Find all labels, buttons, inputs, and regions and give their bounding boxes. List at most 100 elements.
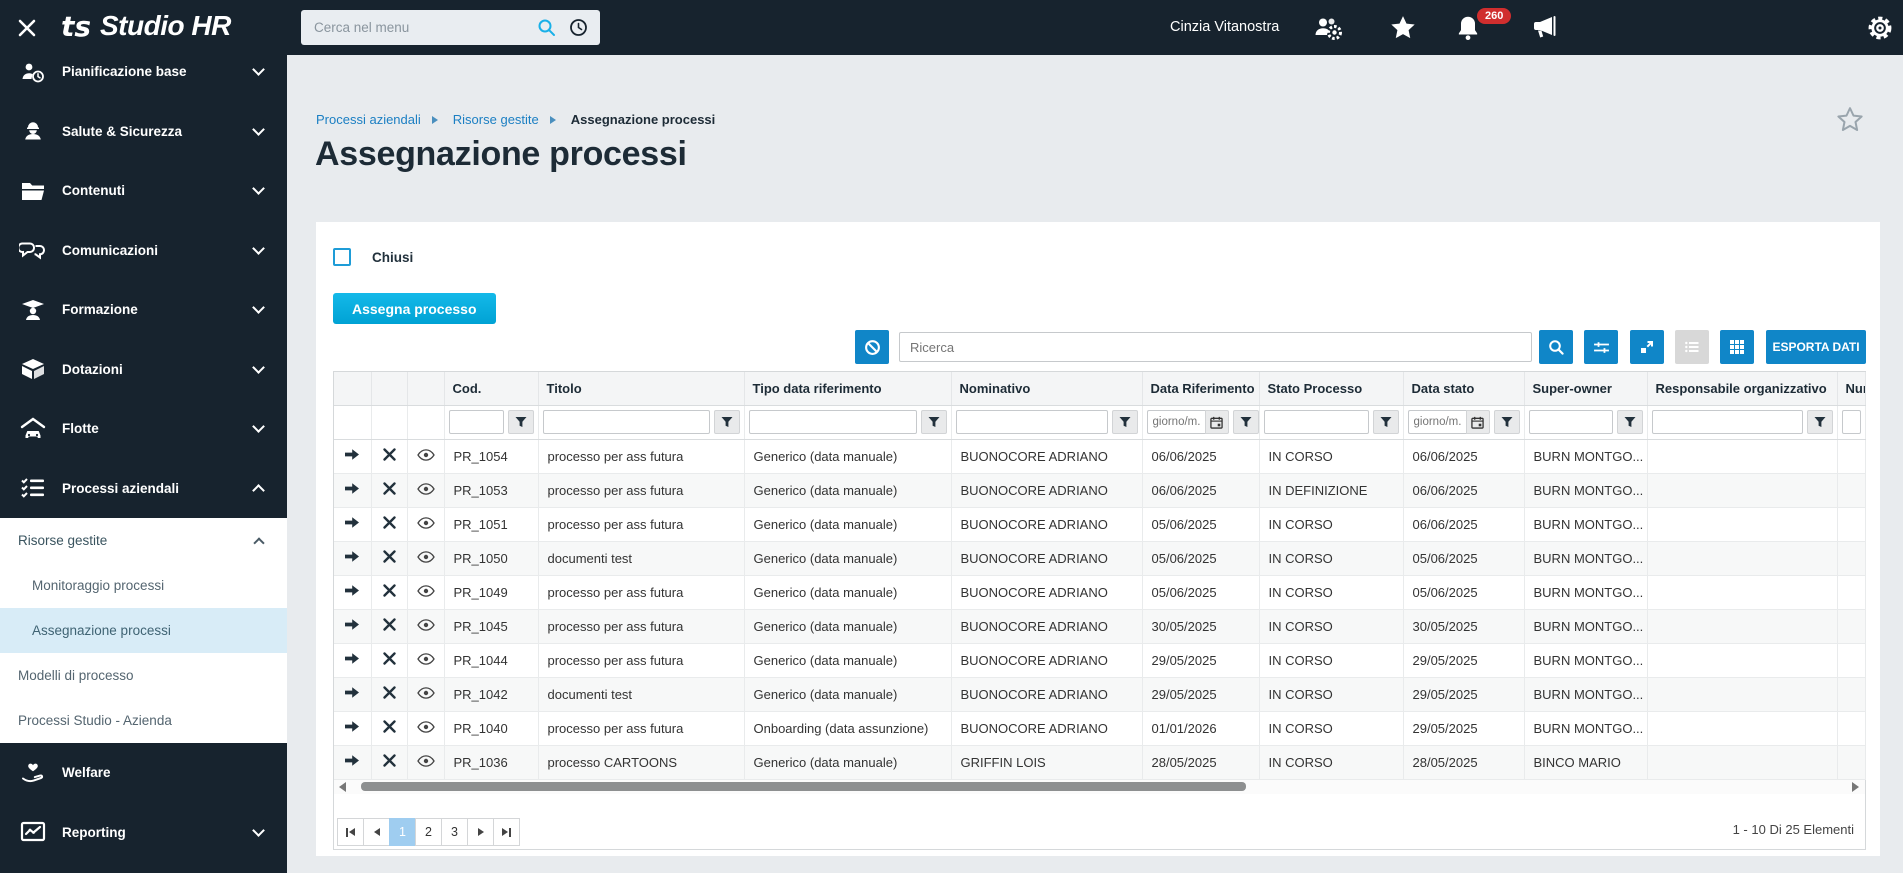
x-icon[interactable] xyxy=(382,686,396,699)
sidebar-item-processi-aziendali[interactable]: Processi aziendali xyxy=(0,459,287,519)
delete-process-cell[interactable] xyxy=(371,473,408,508)
page-button-2[interactable]: 2 xyxy=(415,818,442,846)
col-header-num[interactable]: Num xyxy=(1837,372,1866,406)
recent-searches-clock-icon[interactable] xyxy=(569,18,588,42)
table-row[interactable]: PR_1054 processo per ass futura Generico… xyxy=(334,439,1866,474)
notifications-bell-icon[interactable] xyxy=(1455,0,1481,55)
nominativo-filter-input[interactable] xyxy=(955,410,1108,434)
sidebar-item-reporting[interactable]: Reporting xyxy=(0,803,287,863)
num-filter-input[interactable] xyxy=(1841,410,1861,434)
eye-icon[interactable] xyxy=(416,584,435,597)
chiusi-checkbox[interactable] xyxy=(333,248,351,266)
data-stato-funnel-button[interactable] xyxy=(1493,410,1520,434)
first-page-button[interactable] xyxy=(337,818,364,846)
table-row[interactable]: PR_1050 documenti test Generico (data ma… xyxy=(334,541,1866,576)
data-riferimento-calendar-button[interactable] xyxy=(1204,410,1229,434)
responsabile-filter-funnel-button[interactable] xyxy=(1806,410,1833,434)
table-row[interactable]: PR_1042 documenti test Generico (data ma… xyxy=(334,677,1866,712)
table-row[interactable]: PR_1044 processo per ass futura Generico… xyxy=(334,643,1866,678)
arrow-right-icon[interactable] xyxy=(344,618,360,631)
assegna-processo-button[interactable]: Assegna processo xyxy=(333,293,496,324)
sidebar-item-processi-studio-azienda[interactable]: Processi Studio - Azienda xyxy=(0,698,287,743)
delete-process-cell[interactable] xyxy=(371,439,408,474)
col-header-titolo[interactable]: Titolo xyxy=(538,372,745,406)
view-process-cell[interactable] xyxy=(407,439,445,474)
sidebar-item-salute-sicurezza[interactable]: Salute & Sicurezza xyxy=(0,102,287,162)
col-header-cod[interactable]: Cod. xyxy=(444,372,539,406)
delete-process-cell[interactable] xyxy=(371,643,408,678)
open-process-cell[interactable] xyxy=(334,711,372,746)
eye-icon[interactable] xyxy=(416,754,435,767)
search-button[interactable] xyxy=(1539,330,1573,364)
x-icon[interactable] xyxy=(382,516,396,529)
favorites-star-icon[interactable] xyxy=(1389,0,1417,55)
delete-process-cell[interactable] xyxy=(371,609,408,644)
col-header-stato-processo[interactable]: Stato Processo xyxy=(1259,372,1404,406)
sidebar-item-formazione[interactable]: Formazione xyxy=(0,280,287,340)
sidebar-item-modelli-di-processo[interactable]: Modelli di processo xyxy=(0,653,287,698)
tipo-filter-input[interactable] xyxy=(748,410,917,434)
data-stato-filter-input[interactable] xyxy=(1407,410,1466,434)
titolo-filter-funnel-button[interactable] xyxy=(713,410,740,434)
view-process-cell[interactable] xyxy=(407,677,445,712)
clear-filters-button[interactable] xyxy=(855,330,889,364)
cod-filter-input[interactable] xyxy=(448,410,504,434)
favorite-page-star-icon[interactable] xyxy=(1835,105,1865,140)
table-row[interactable]: PR_1036 processo CARTOONS Generico (data… xyxy=(334,745,1866,780)
close-menu-icon[interactable] xyxy=(16,17,38,39)
x-icon[interactable] xyxy=(382,652,396,665)
open-process-cell[interactable] xyxy=(334,609,372,644)
eye-icon[interactable] xyxy=(416,652,435,665)
x-icon[interactable] xyxy=(382,584,396,597)
data-riferimento-funnel-button[interactable] xyxy=(1232,410,1258,434)
prev-page-button[interactable] xyxy=(363,818,390,846)
data-stato-calendar-button[interactable] xyxy=(1465,410,1490,434)
scroll-left-arrow[interactable] xyxy=(339,782,346,792)
table-row[interactable]: PR_1053 processo per ass futura Generico… xyxy=(334,473,1866,508)
sidebar-item-monitoraggio-processi[interactable]: Monitoraggio processi xyxy=(0,563,287,608)
user-name[interactable]: Cinzia Vitanostra xyxy=(1170,0,1279,55)
breadcrumb-link-processi-aziendali[interactable]: Processi aziendali xyxy=(316,112,421,127)
announcements-megaphone-icon[interactable] xyxy=(1530,0,1562,55)
view-process-cell[interactable] xyxy=(407,643,445,678)
eye-icon[interactable] xyxy=(416,482,435,495)
menu-search-input[interactable] xyxy=(301,10,531,45)
table-row[interactable]: PR_1045 processo per ass futura Generico… xyxy=(334,609,1866,644)
open-process-cell[interactable] xyxy=(334,541,372,576)
export-data-button[interactable]: ESPORTA DATI xyxy=(1766,330,1866,364)
super-owner-filter-input[interactable] xyxy=(1528,410,1613,434)
arrow-right-icon[interactable] xyxy=(344,448,360,461)
arrow-right-icon[interactable] xyxy=(344,584,360,597)
x-icon[interactable] xyxy=(382,754,396,767)
stato-filter-input[interactable] xyxy=(1263,410,1369,434)
sidebar-item-welfare[interactable]: Welfare xyxy=(0,743,287,803)
arrow-right-icon[interactable] xyxy=(344,550,360,563)
delete-process-cell[interactable] xyxy=(371,541,408,576)
tipo-filter-funnel-button[interactable] xyxy=(920,410,947,434)
list-view-button[interactable] xyxy=(1675,330,1709,364)
eye-icon[interactable] xyxy=(416,516,435,529)
delete-process-cell[interactable] xyxy=(371,507,408,542)
eye-icon[interactable] xyxy=(416,686,435,699)
open-process-cell[interactable] xyxy=(334,745,372,780)
open-process-cell[interactable] xyxy=(334,507,372,542)
arrow-right-icon[interactable] xyxy=(344,652,360,665)
arrow-right-icon[interactable] xyxy=(344,516,360,529)
breadcrumb-link-risorse-gestite[interactable]: Risorse gestite xyxy=(453,112,539,127)
search-icon[interactable] xyxy=(537,18,556,42)
arrow-right-icon[interactable] xyxy=(344,720,360,733)
eye-icon[interactable] xyxy=(416,448,435,461)
x-icon[interactable] xyxy=(382,618,396,631)
open-process-cell[interactable] xyxy=(334,473,372,508)
open-process-cell[interactable] xyxy=(334,439,372,474)
page-button-3[interactable]: 3 xyxy=(441,818,468,846)
nominativo-filter-funnel-button[interactable] xyxy=(1111,410,1138,434)
stato-filter-funnel-button[interactable] xyxy=(1372,410,1399,434)
settings-gear-icon[interactable] xyxy=(1866,0,1894,55)
sidebar-item-pianificazione-base[interactable]: Pianificazione base xyxy=(0,55,287,102)
view-process-cell[interactable] xyxy=(407,473,445,508)
arrow-right-icon[interactable] xyxy=(344,482,360,495)
eye-icon[interactable] xyxy=(416,550,435,563)
scroll-right-arrow[interactable] xyxy=(1852,782,1859,792)
view-process-cell[interactable] xyxy=(407,507,445,542)
